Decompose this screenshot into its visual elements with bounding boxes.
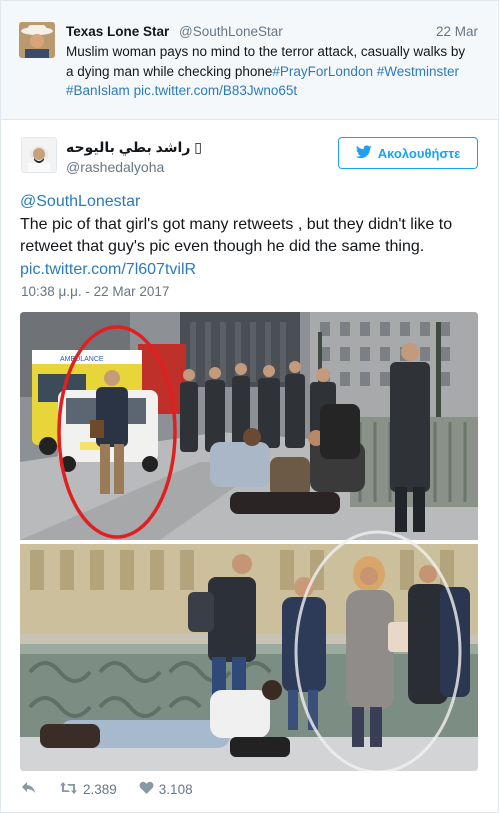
- retweet-count: 2.389: [83, 781, 117, 797]
- reply-icon: [21, 781, 37, 798]
- tweet-photo[interactable]: AMBULANCE: [20, 312, 478, 771]
- author-name-row[interactable]: راشد بطي باليوحه ▯: [66, 139, 202, 156]
- mention-link[interactable]: @SouthLonestar: [20, 191, 485, 214]
- tweet-text: The pic of that girl's got many retweets…: [20, 215, 453, 256]
- twitter-bird-icon: [355, 144, 372, 162]
- author-name[interactable]: راشد بطي باليوحه: [66, 139, 190, 155]
- quoted-text-block: Muslim woman pays no mind to the terror …: [66, 42, 476, 101]
- hashtag-westminster[interactable]: #Westminster: [377, 64, 459, 79]
- author-handle[interactable]: @rashedalyoha: [66, 159, 164, 175]
- reply-button[interactable]: [21, 781, 37, 798]
- quoted-pic-link[interactable]: pic.twitter.com/B83Jwno65t: [134, 83, 298, 98]
- follow-button[interactable]: Ακολουθήστε: [338, 137, 478, 169]
- hashtag-banislam[interactable]: #BanIslam: [66, 83, 130, 98]
- follow-label: Ακολουθήστε: [377, 145, 461, 161]
- emoji-glyph: ▯: [194, 139, 203, 155]
- tweet-actions: 2.389 3.108: [21, 779, 215, 799]
- quoted-tweet[interactable]: Texas Lone Star @SouthLoneStar 22 Mar Mu…: [1, 1, 498, 120]
- heart-icon: [139, 781, 154, 798]
- quoted-avatar[interactable]: [19, 22, 55, 58]
- like-count: 3.108: [158, 781, 193, 797]
- tweet-text-block: @SouthLonestar The pic of that girl's go…: [20, 191, 485, 281]
- quoted-date[interactable]: 22 Mar: [436, 24, 478, 39]
- tweet-timestamp[interactable]: 10:38 μ.μ. - 22 Mar 2017: [21, 284, 169, 299]
- top-photo-scene: AMBULANCE: [20, 312, 478, 540]
- retweet-button[interactable]: 2.389: [59, 781, 117, 798]
- tweet-card: Texas Lone Star @SouthLoneStar 22 Mar Mu…: [0, 0, 499, 813]
- quoted-author-handle[interactable]: @SouthLoneStar: [179, 24, 283, 39]
- hashtag-prayforlondon[interactable]: #PrayForLondon: [272, 64, 373, 79]
- like-button[interactable]: 3.108: [139, 781, 193, 798]
- tweet-pic-link[interactable]: pic.twitter.com/7l607tvilR: [20, 259, 485, 282]
- bottom-photo-scene: [20, 530, 478, 771]
- ambulance-label: AMBULANCE: [60, 356, 104, 363]
- quoted-author-name[interactable]: Texas Lone Star: [66, 24, 169, 39]
- author-avatar[interactable]: [21, 137, 57, 173]
- retweet-icon: [59, 781, 78, 798]
